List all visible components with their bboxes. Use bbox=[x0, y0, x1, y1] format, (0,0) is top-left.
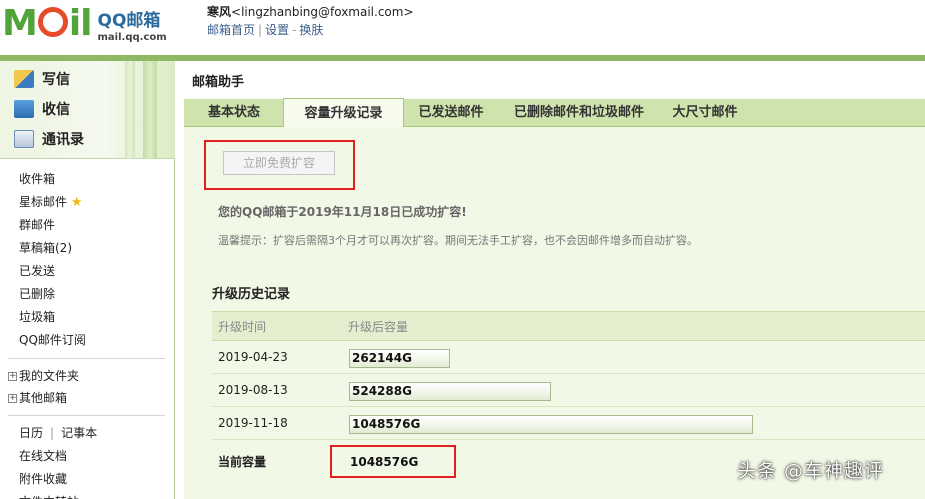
bamboo-decoration bbox=[125, 61, 135, 159]
sidebar-divider bbox=[8, 415, 165, 416]
header-links: 邮箱首页 | 设置 - 换肤 bbox=[207, 22, 414, 38]
capacity-bar: 1048576G bbox=[349, 415, 753, 434]
sidebar-item-subscriptions[interactable]: QQ邮件订阅 bbox=[0, 329, 175, 352]
home-link[interactable]: 邮箱首页 bbox=[207, 23, 255, 37]
write-icon bbox=[14, 70, 34, 88]
sidebar-divider bbox=[8, 358, 165, 359]
tab-basic-status[interactable]: 基本状态 bbox=[184, 99, 284, 127]
my-folders-label: 我的文件夹 bbox=[19, 369, 80, 383]
highlight-box bbox=[204, 140, 355, 190]
starred-label: 星标邮件 bbox=[19, 195, 68, 209]
success-message: 您的QQ邮箱于2019年11月18日已成功扩容! bbox=[218, 205, 467, 219]
logo-title: QQ邮箱 bbox=[97, 11, 161, 31]
qq-mail-logo[interactable]: Mil QQ邮箱 mail.qq.com bbox=[2, 2, 167, 44]
other-mailboxes-label: 其他邮箱 bbox=[19, 391, 68, 405]
capacity-bar: 524288G bbox=[349, 382, 551, 401]
column-header-capacity: 升级后容量 bbox=[348, 320, 409, 334]
user-info: 寒风<lingzhanbing@foxmail.com> 邮箱首页 | 设置 - 换肤 bbox=[207, 4, 414, 38]
sidebar-item-spam[interactable]: 垃圾箱 bbox=[0, 306, 175, 329]
skin-link[interactable]: 换肤 bbox=[299, 23, 323, 37]
sidebar-item-group-mail[interactable]: 群邮件 bbox=[0, 214, 175, 237]
table-row: 2019-11-18 1048576G bbox=[212, 407, 925, 440]
logo-ring-icon bbox=[37, 7, 68, 37]
sidebar-item-other-mailboxes[interactable]: + 其他邮箱 bbox=[0, 387, 175, 409]
tab-capacity-history[interactable]: 容量升级记录 bbox=[283, 98, 404, 128]
table-row: 2019-08-13 524288G bbox=[212, 374, 925, 407]
sidebar-item-my-folders[interactable]: + 我的文件夹 bbox=[0, 365, 175, 387]
watermark: 头条 @车神趣评 bbox=[737, 460, 885, 482]
calendar-separator: | bbox=[50, 426, 55, 440]
bamboo-decoration bbox=[143, 61, 157, 159]
contacts-label: 通讯录 bbox=[42, 132, 84, 148]
tab-deleted-spam[interactable]: 已删除邮件和垃圾邮件 bbox=[498, 99, 660, 127]
settings-link[interactable]: 设置 bbox=[265, 23, 289, 37]
sidebar-item-inbox[interactable]: 收件箱 bbox=[0, 168, 175, 191]
sidebar-item-starred[interactable]: 星标邮件 ★ bbox=[0, 191, 175, 214]
expand-plus-icon[interactable]: + bbox=[8, 393, 17, 403]
contacts-button[interactable]: 通讯录 bbox=[14, 129, 84, 149]
star-icon: ★ bbox=[70, 195, 83, 210]
column-header-time: 升级时间 bbox=[218, 320, 267, 334]
link-separator: - bbox=[292, 23, 297, 37]
logo-url: mail.qq.com bbox=[97, 32, 167, 43]
compose-button[interactable]: 写信 bbox=[14, 69, 70, 89]
capacity-value: 262144G bbox=[352, 351, 412, 365]
sidebar-item-drafts[interactable]: 草稿箱(2) bbox=[0, 237, 175, 260]
sidebar-item-online-docs[interactable]: 在线文档 bbox=[0, 445, 175, 468]
history-table: 升级时间 升级后容量 2019-04-23 262144G 2019-08-13… bbox=[212, 311, 925, 478]
row-date: 2019-08-13 bbox=[218, 383, 288, 397]
current-capacity-label: 当前容量 bbox=[218, 455, 267, 469]
contacts-icon bbox=[14, 130, 34, 148]
capacity-bar: 262144G bbox=[349, 349, 450, 368]
table-header: 升级时间 升级后容量 bbox=[212, 311, 925, 341]
user-email: <lingzhanbing@foxmail.com> bbox=[231, 5, 414, 19]
tab-large-mail[interactable]: 大尺寸邮件 bbox=[662, 99, 748, 127]
sidebar-item-calendar[interactable]: 日历 bbox=[19, 426, 43, 440]
sidebar-item-deleted[interactable]: 已删除 bbox=[0, 283, 175, 306]
capacity-value: 1048576G bbox=[352, 417, 421, 431]
receive-label: 收信 bbox=[42, 102, 70, 118]
row-date: 2019-11-18 bbox=[218, 416, 288, 430]
logo-mark: Mil bbox=[2, 3, 93, 44]
folder-list: 收件箱 星标邮件 ★ 群邮件 草稿箱(2) 已发送 已删除 垃圾箱 QQ邮件订阅… bbox=[0, 168, 175, 499]
page-title: 邮箱助手 bbox=[192, 75, 245, 90]
receive-button[interactable]: 收信 bbox=[14, 99, 70, 119]
compose-label: 写信 bbox=[42, 72, 70, 88]
capacity-value: 524288G bbox=[352, 384, 412, 398]
header: Mil QQ邮箱 mail.qq.com 寒风<lingzhanbing@fox… bbox=[0, 0, 925, 55]
highlight-box bbox=[330, 445, 456, 478]
sidebar-item-notepad[interactable]: 记事本 bbox=[61, 426, 97, 440]
tab-sent-mail[interactable]: 已发送邮件 bbox=[406, 99, 496, 127]
sidebar-item-sent[interactable]: 已发送 bbox=[0, 260, 175, 283]
main-panel: 邮箱助手 基本状态 容量升级记录 已发送邮件 已删除邮件和垃圾邮件 大尺寸邮件 … bbox=[176, 61, 925, 499]
link-separator: | bbox=[258, 23, 263, 37]
sidebar-item-file-transfer[interactable]: 文件中转站 bbox=[0, 491, 175, 499]
table-row: 2019-04-23 262144G bbox=[212, 341, 925, 374]
sidebar-item-attachments[interactable]: 附件收藏 bbox=[0, 468, 175, 491]
sidebar: 写信 收信 通讯录 收件箱 星标邮件 ★ 群邮件 草稿箱(2) 已发送 已删除 … bbox=[0, 61, 175, 499]
tab-bar: 基本状态 容量升级记录 已发送邮件 已删除邮件和垃圾邮件 大尺寸邮件 bbox=[184, 98, 925, 128]
sidebar-calendar-row: 日历 | 记事本 bbox=[0, 422, 175, 445]
tip-message: 温馨提示：扩容后需隔3个月才可以再次扩容。期间无法手工扩容，也不会因邮件增多而自… bbox=[218, 234, 698, 247]
inbox-icon bbox=[14, 100, 34, 118]
history-title: 升级历史记录 bbox=[212, 287, 291, 302]
sidebar-primary-actions: 写信 收信 通讯录 bbox=[0, 61, 175, 159]
row-date: 2019-04-23 bbox=[218, 350, 288, 364]
tab-content: 立即免费扩容 您的QQ邮箱于2019年11月18日已成功扩容! 温馨提示：扩容后… bbox=[184, 127, 925, 499]
user-name: 寒风 bbox=[207, 5, 232, 19]
expand-plus-icon[interactable]: + bbox=[8, 371, 17, 381]
